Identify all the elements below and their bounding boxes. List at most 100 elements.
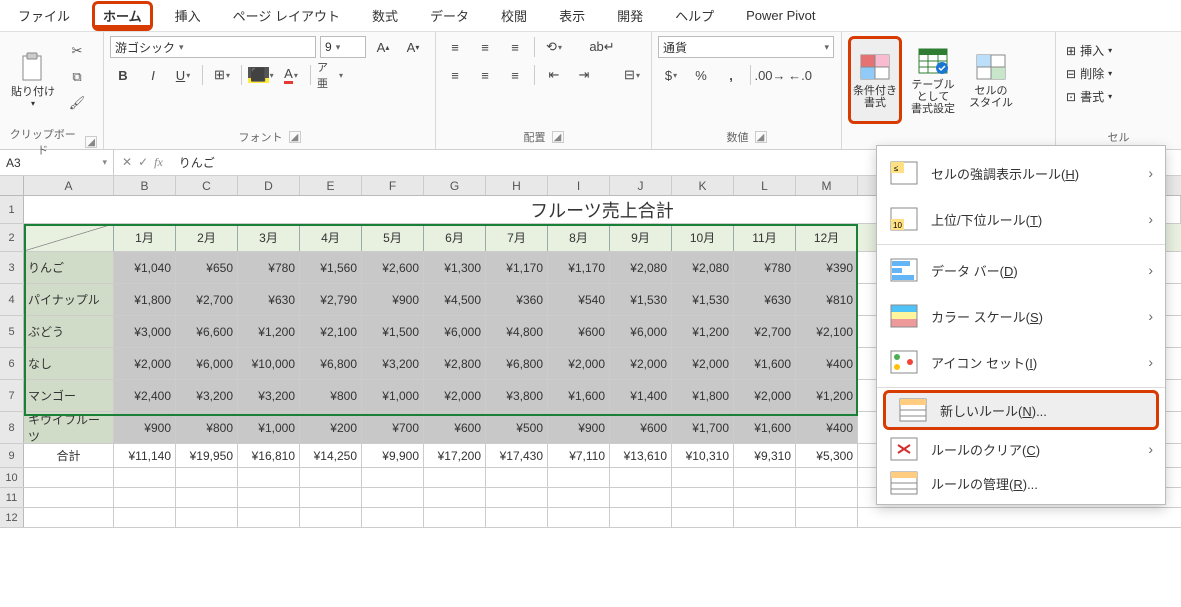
row-header-10[interactable]: 10 [0, 468, 24, 487]
enter-formula-button[interactable]: ✓ [138, 155, 148, 170]
total-cell[interactable]: ¥16,810 [238, 444, 300, 467]
header-corner-cell[interactable] [24, 224, 114, 251]
bold-button[interactable]: B [110, 64, 136, 86]
col-header-L[interactable]: L [734, 176, 796, 195]
menu-data-bars[interactable]: データ バー(D) › [877, 247, 1165, 293]
data-cell[interactable]: ¥1,200 [672, 316, 734, 347]
orientation-button[interactable]: ⟲▾ [541, 36, 567, 58]
comma-button[interactable]: , [718, 64, 744, 86]
empty-cell[interactable] [672, 468, 734, 487]
empty-cell[interactable] [238, 508, 300, 527]
col-header-E[interactable]: E [300, 176, 362, 195]
menu-help[interactable]: ヘルプ [665, 2, 724, 29]
font-name-combo[interactable]: 游ゴシック▾ [110, 36, 316, 58]
data-cell[interactable]: ¥2,000 [548, 348, 610, 379]
data-cell[interactable]: ¥6,000 [176, 348, 238, 379]
empty-cell[interactable] [734, 468, 796, 487]
data-cell[interactable]: ¥1,600 [548, 380, 610, 411]
row-header-9[interactable]: 9 [0, 444, 24, 467]
month-header[interactable]: 1月 [114, 224, 176, 251]
month-header[interactable]: 10月 [672, 224, 734, 251]
empty-cell[interactable] [300, 488, 362, 507]
empty-cell[interactable] [114, 508, 176, 527]
align-right-button[interactable]: ≡ [502, 64, 528, 86]
data-cell[interactable]: ¥500 [486, 412, 548, 443]
total-cell[interactable]: ¥7,110 [548, 444, 610, 467]
menu-formulas[interactable]: 数式 [362, 2, 408, 29]
menu-clear-rules[interactable]: ルールのクリア(C) › [877, 432, 1165, 466]
row-header-1[interactable]: 1 [0, 196, 24, 223]
empty-cell[interactable] [548, 508, 610, 527]
select-all-corner[interactable] [0, 176, 24, 195]
empty-cell[interactable] [548, 488, 610, 507]
row-header-8[interactable]: 8 [0, 412, 24, 443]
data-cell[interactable]: ¥3,200 [238, 380, 300, 411]
empty-cell[interactable] [424, 468, 486, 487]
data-cell[interactable]: ¥2,700 [176, 284, 238, 315]
phonetic-button[interactable]: ア亜▾ [317, 64, 343, 86]
row-label[interactable]: りんご [24, 252, 114, 283]
data-cell[interactable]: ¥1,800 [114, 284, 176, 315]
font-launcher[interactable]: ◢ [289, 131, 301, 143]
data-cell[interactable]: ¥2,400 [114, 380, 176, 411]
align-bottom-button[interactable]: ≡ [502, 36, 528, 58]
month-header[interactable]: 8月 [548, 224, 610, 251]
data-cell[interactable]: ¥1,400 [610, 380, 672, 411]
data-cell[interactable]: ¥1,500 [362, 316, 424, 347]
col-header-H[interactable]: H [486, 176, 548, 195]
cut-button[interactable]: ✂ [66, 40, 88, 62]
month-header[interactable]: 4月 [300, 224, 362, 251]
empty-cell[interactable] [362, 508, 424, 527]
data-cell[interactable]: ¥4,800 [486, 316, 548, 347]
format-as-table-button[interactable]: テーブルとして 書式設定 [906, 36, 960, 124]
data-cell[interactable]: ¥810 [796, 284, 858, 315]
empty-cell[interactable] [24, 468, 114, 487]
data-cell[interactable]: ¥1,040 [114, 252, 176, 283]
number-launcher[interactable]: ◢ [755, 131, 767, 143]
data-cell[interactable]: ¥2,000 [424, 380, 486, 411]
menu-developer[interactable]: 開発 [607, 2, 653, 29]
total-cell[interactable]: ¥14,250 [300, 444, 362, 467]
underline-button[interactable]: U▾ [170, 64, 196, 86]
data-cell[interactable]: ¥10,000 [238, 348, 300, 379]
data-cell[interactable]: ¥4,500 [424, 284, 486, 315]
total-label[interactable]: 合計 [24, 444, 114, 467]
data-cell[interactable]: ¥390 [796, 252, 858, 283]
row-header-7[interactable]: 7 [0, 380, 24, 411]
data-cell[interactable]: ¥2,600 [362, 252, 424, 283]
data-cell[interactable]: ¥1,000 [238, 412, 300, 443]
empty-cell[interactable] [362, 468, 424, 487]
data-cell[interactable]: ¥1,700 [672, 412, 734, 443]
data-cell[interactable]: ¥6,800 [486, 348, 548, 379]
menu-review[interactable]: 校閲 [491, 2, 537, 29]
data-cell[interactable]: ¥2,100 [796, 316, 858, 347]
empty-cell[interactable] [796, 468, 858, 487]
data-cell[interactable]: ¥1,560 [300, 252, 362, 283]
row-label[interactable]: キウイフルーツ [24, 412, 114, 443]
total-cell[interactable]: ¥13,610 [610, 444, 672, 467]
empty-cell[interactable] [362, 488, 424, 507]
grow-font-button[interactable]: A▴ [370, 36, 396, 58]
empty-cell[interactable] [300, 508, 362, 527]
data-cell[interactable]: ¥6,800 [300, 348, 362, 379]
data-cell[interactable]: ¥2,080 [610, 252, 672, 283]
paste-button[interactable]: 貼り付け ▾ [6, 36, 60, 124]
empty-cell[interactable] [238, 468, 300, 487]
indent-increase-button[interactable]: ⇥ [571, 64, 597, 86]
data-cell[interactable]: ¥2,000 [734, 380, 796, 411]
col-header-C[interactable]: C [176, 176, 238, 195]
month-header[interactable]: 5月 [362, 224, 424, 251]
align-left-button[interactable]: ≡ [442, 64, 468, 86]
menu-icon-sets[interactable]: アイコン セット(I) › [877, 339, 1165, 385]
row-header-2[interactable]: 2 [0, 224, 24, 251]
month-header[interactable]: 2月 [176, 224, 238, 251]
menu-powerpivot[interactable]: Power Pivot [736, 4, 825, 27]
data-cell[interactable]: ¥2,790 [300, 284, 362, 315]
row-header-6[interactable]: 6 [0, 348, 24, 379]
data-cell[interactable]: ¥2,000 [610, 348, 672, 379]
data-cell[interactable]: ¥780 [238, 252, 300, 283]
empty-cell[interactable] [176, 468, 238, 487]
data-cell[interactable]: ¥400 [796, 412, 858, 443]
align-center-button[interactable]: ≡ [472, 64, 498, 86]
total-cell[interactable]: ¥10,310 [672, 444, 734, 467]
